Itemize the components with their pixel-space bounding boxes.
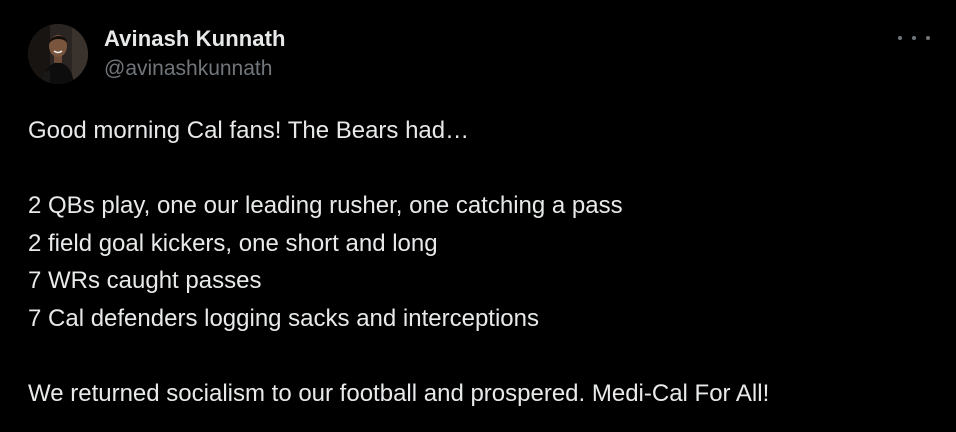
author-display-name[interactable]: Avinash Kunnath <box>104 25 286 53</box>
tweet-card: Avinash Kunnath @avinashkunnath Good mor… <box>0 0 956 432</box>
more-horizontal-icon-dot <box>912 36 916 40</box>
tweet-text-line: 2 QBs play, one our leading rusher, one … <box>28 192 623 219</box>
author-handle[interactable]: @avinashkunnath <box>104 55 286 83</box>
tweet-text-line: Good morning Cal fans! The Bears had… <box>28 117 470 144</box>
tweet-text-line: 7 WRs caught passes <box>28 267 262 294</box>
tweet-text-line: 7 Cal defenders logging sacks and interc… <box>28 304 539 332</box>
more-horizontal-icon-dot <box>926 36 930 40</box>
avatar[interactable] <box>28 24 88 84</box>
tweet-text-line: 2 field goal kickers, one short and long <box>28 229 438 257</box>
tweet-text: Good morning Cal fans! The Bears had… 2 … <box>28 112 938 412</box>
tweet-text-blank-line <box>28 337 938 375</box>
tweet-text-line: We returned socialism to our football an… <box>28 379 770 407</box>
tweet-header: Avinash Kunnath @avinashkunnath <box>28 22 286 86</box>
more-options-button[interactable] <box>898 30 930 46</box>
author-names: Avinash Kunnath @avinashkunnath <box>104 25 286 83</box>
tweet-text-blank-line <box>28 150 938 188</box>
avatar-image <box>28 24 88 84</box>
more-horizontal-icon <box>898 36 902 40</box>
